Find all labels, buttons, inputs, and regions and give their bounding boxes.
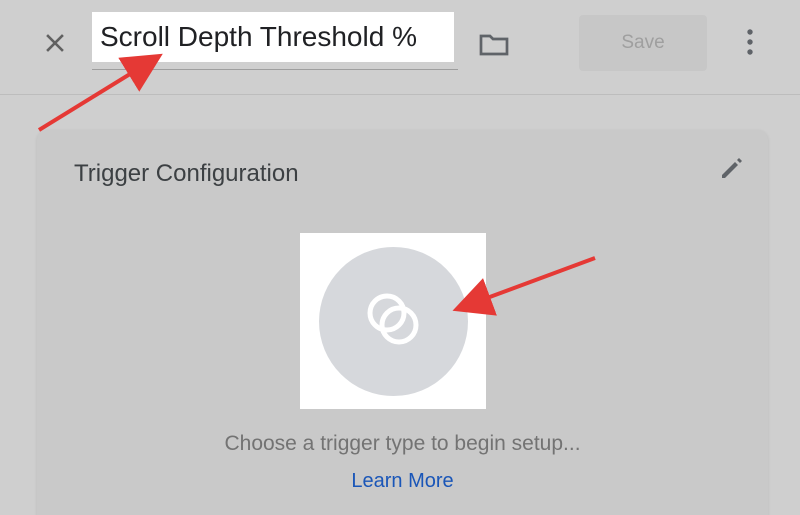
trigger-configuration-card: Trigger Configuration Choose a trigger t… [37,130,768,515]
trigger-overlap-icon [358,284,428,359]
save-button[interactable]: Save [579,15,707,71]
folder-icon [477,30,511,63]
close-icon [42,30,68,61]
more-menu-button[interactable] [730,24,770,64]
trigger-name-input[interactable] [92,20,454,54]
learn-more-link[interactable]: Learn More [37,470,768,493]
trigger-name-field[interactable] [92,12,454,62]
close-button[interactable] [35,25,75,65]
trigger-name-underline [92,69,458,70]
edit-icon [716,153,746,188]
edit-button[interactable] [711,150,751,190]
card-title: Trigger Configuration [74,160,299,187]
editor-header: Save [0,0,800,95]
choose-trigger-type-button[interactable] [300,233,486,409]
trigger-helper-text: Choose a trigger type to begin setup... [224,432,581,455]
folder-button[interactable] [474,26,514,66]
more-vertical-icon [745,27,755,62]
trigger-placeholder-circle [318,246,468,396]
